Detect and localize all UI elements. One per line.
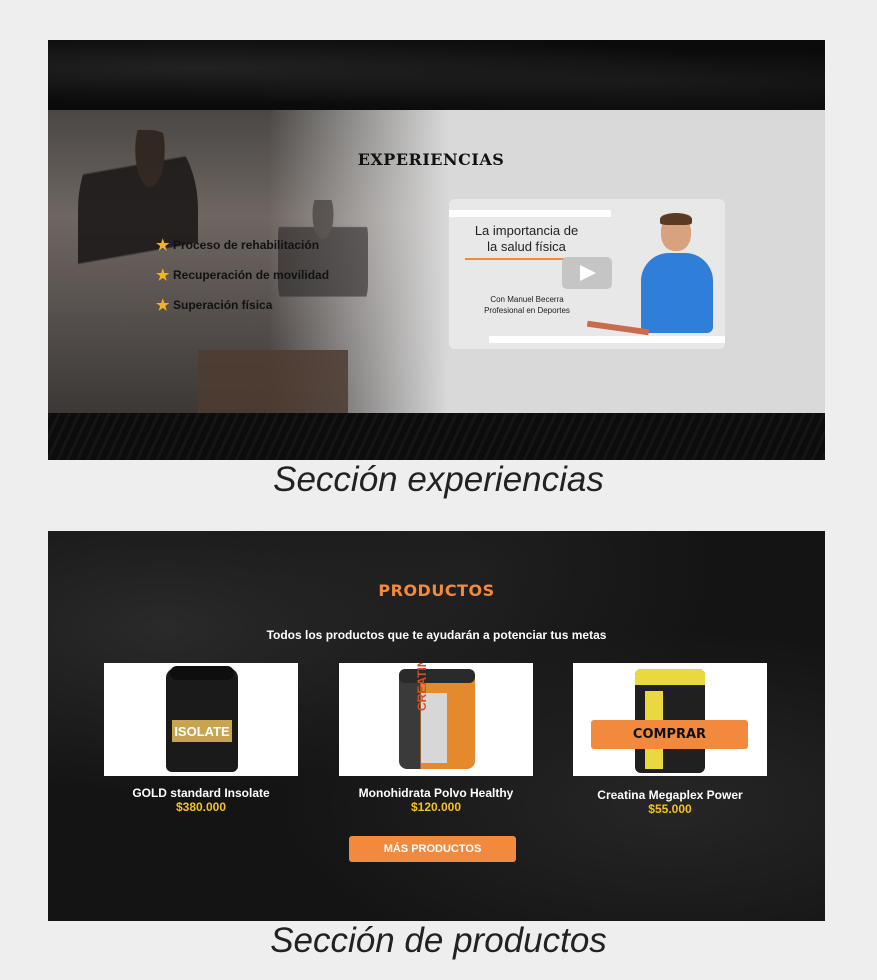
title-underline [465,258,569,260]
experience-item: ★ Proceso de rehabilitación [156,230,329,260]
grunge-background-top [48,40,825,110]
products-caption: Sección de productos [270,921,607,960]
product-image[interactable]: CREATINE [339,663,533,776]
experience-label: Recuperación de movilidad [173,268,330,282]
product-card[interactable]: COMPRAR Creatina Megaplex Power $55.000 [573,663,767,816]
experiences-section: EXPERIENCIAS ★ Proceso de rehabilitación… [48,40,825,460]
experiences-caption: Sección experiencias [273,460,604,499]
star-icon: ★ [156,267,170,284]
grunge-background-bottom [48,413,825,460]
experience-label: Superación física [173,298,273,312]
experience-label: Proceso de rehabilitación [173,238,320,252]
experience-item: ★ Recuperación de movilidad [156,260,329,290]
video-subtitle: Con Manuel Becerra Profesional en Deport… [484,295,570,315]
product-name: GOLD standard Insolate [132,786,270,800]
more-products-button[interactable]: MÁS PRODUCTOS [349,836,516,862]
product-price: $55.000 [648,802,692,816]
play-icon[interactable] [562,257,612,289]
trainer-image [586,209,725,337]
star-icon: ★ [156,297,170,314]
video-bar-top [449,210,611,217]
buy-button[interactable]: COMPRAR [591,720,748,749]
product-name: Monohidrata Polvo Healthy [358,786,514,800]
product-price: $380.000 [175,800,227,814]
products-section: PRODUCTOS Todos los productos que te ayu… [48,531,825,921]
product-price: $120.000 [410,800,462,814]
product-image[interactable]: COMPRAR [573,663,767,776]
plyo-box [198,350,348,413]
experiences-list: ★ Proceso de rehabilitación ★ Recuperaci… [156,230,329,320]
product-image[interactable]: ISOLATE [104,663,298,776]
product-name: Creatina Megaplex Power [597,788,743,802]
products-subtitle: Todos los productos que te ayudarán a po… [266,628,607,642]
experiences-title: EXPERIENCIAS [357,150,505,169]
video-thumbnail[interactable]: La importancia de la salud física Con Ma… [449,199,725,349]
product-card[interactable]: CREATINE Monohidrata Polvo Healthy $120.… [339,663,533,814]
video-bar-bottom [489,336,725,343]
products-title: PRODUCTOS [378,581,495,600]
star-icon: ★ [156,237,170,254]
experience-item: ★ Superación física [156,290,329,320]
experiences-band: EXPERIENCIAS ★ Proceso de rehabilitación… [48,110,825,413]
video-title: La importancia de la salud física [474,223,579,254]
product-card[interactable]: ISOLATE GOLD standard Insolate $380.000 [104,663,298,814]
